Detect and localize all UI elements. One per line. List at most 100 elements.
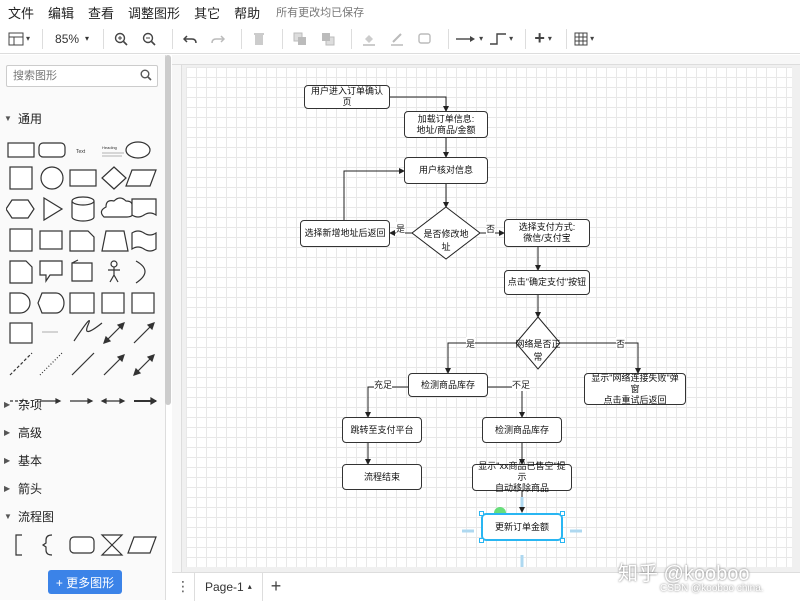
folder-shape[interactable] [71,259,93,282]
text-shape-label[interactable]: Text [76,149,86,155]
container-shape[interactable] [131,292,155,314]
heading-shape-label[interactable]: Heading [102,145,117,150]
node-enter-order-page[interactable]: 用户进入订单确认页 [304,85,390,109]
menu-extras[interactable]: 其它 [194,3,220,22]
process-shape[interactable] [69,169,97,187]
node-network-fail[interactable]: 显示"网络连接失败"弹窗 点击重试后返回 [584,373,686,405]
diamond-shape[interactable] [101,166,127,190]
callout-shape[interactable] [39,260,63,283]
collate-shape[interactable] [100,534,124,556]
section-basic[interactable]: ▶ 基本 [4,452,42,469]
square-shape[interactable] [9,166,33,190]
resize-handle[interactable] [560,511,565,516]
page-tab[interactable]: Page-1 ▴ [194,572,263,601]
menu-file[interactable]: 文件 [8,3,34,22]
more-shapes-button[interactable]: + 更多图形 [48,570,122,594]
parallelogram-shape[interactable] [125,169,157,187]
cylinder-shape[interactable] [71,196,95,222]
section-misc[interactable]: ▶ 杂项 [4,396,42,413]
shadow-icon[interactable] [414,28,436,50]
zoom-level[interactable]: 85% [55,32,79,46]
zoom-out-icon[interactable] [138,28,160,50]
dashed-line-shape[interactable] [9,352,33,376]
cube-shape[interactable] [39,230,63,250]
or-shape[interactable] [135,260,146,284]
section-general[interactable]: ▼ 通用 [4,110,42,127]
redo-icon[interactable] [207,28,229,50]
node-payment-method[interactable]: 选择支付方式: 微信/支付宝 [504,219,590,247]
node-user-verify[interactable]: 用户核对信息 [404,157,488,184]
menu-view[interactable]: 查看 [88,3,114,22]
step-shape[interactable] [9,260,33,284]
zoom-dropdown-icon[interactable]: ▾ [85,34,89,43]
edge-d2-n7[interactable] [445,342,516,374]
sidebar-scrollbar[interactable] [165,55,171,405]
annotation-shape[interactable] [15,534,22,556]
add-page-icon[interactable]: + [271,576,282,597]
cloud-shape[interactable] [100,197,134,218]
resize-handle[interactable] [479,511,484,516]
search-icon[interactable] [140,69,152,84]
edge-d2-n8[interactable] [560,342,641,374]
uml-shape[interactable] [69,292,95,314]
edge-n7-n10[interactable] [488,386,525,418]
card-shape[interactable] [101,230,129,252]
line-shape[interactable] [71,352,95,376]
node-new-address[interactable]: 选择新增地址后返回 [300,220,390,247]
page-menu-icon[interactable]: ⋮ [172,578,194,595]
document-shape[interactable] [131,198,157,218]
menu-help[interactable]: 帮助 [234,3,260,22]
menu-arrange[interactable]: 调整图形 [128,3,180,22]
diagram-canvas[interactable]: 用户进入订单确认页 加载订单信息: 地址/商品/金额 用户核对信息 是否修改地址… [172,55,800,572]
zoom-in-icon[interactable] [110,28,132,50]
actor-body-shape[interactable] [108,267,120,283]
resize-handle[interactable] [479,538,484,543]
dotted-line-shape[interactable] [39,352,63,376]
ellipse-shape[interactable] [125,141,151,159]
chevron-up-icon[interactable]: ▴ [248,582,252,591]
waypoints-icon[interactable]: ▾ [489,28,513,50]
frame-shape[interactable] [101,292,125,314]
tape-shape[interactable] [131,230,157,252]
menu-edit[interactable]: 编辑 [48,3,74,22]
terminator-shape[interactable] [69,536,95,554]
shape-search-input[interactable] [6,65,158,87]
note-shape[interactable] [69,230,95,252]
node-load-order-info[interactable]: 加载订单信息: 地址/商品/金额 [404,111,488,138]
display-shape[interactable] [37,292,65,314]
section-arrows[interactable]: ▶ 箭头 [4,480,42,497]
internal-storage-shape[interactable] [9,228,33,252]
brace-shape[interactable] [41,534,53,556]
line-color-icon[interactable] [386,28,408,50]
node-confirm-pay[interactable]: 点击"确定支付"按钮 [504,270,590,295]
undo-icon[interactable] [179,28,201,50]
fill-color-icon[interactable] [358,28,380,50]
hexagon-shape[interactable] [6,199,35,219]
delay-shape[interactable] [9,292,31,314]
node-check-stock-2[interactable]: 检测商品库存 [482,417,562,443]
node-sold-out[interactable]: 显示"xx商品已售空"提示 自动移除商品 [472,461,572,493]
circle-shape[interactable] [40,166,64,190]
edge-n1-n2[interactable] [390,96,449,112]
triangle-shape[interactable] [43,196,64,222]
list-shape[interactable] [9,322,33,344]
node-goto-payment[interactable]: 跳转至支付平台 [342,417,422,443]
section-advanced[interactable]: ▶ 高级 [4,424,42,441]
resize-handle[interactable] [560,538,565,543]
format-panel-icon[interactable]: ▾ [8,28,30,50]
data-shape[interactable] [127,536,157,554]
to-front-icon[interactable] [289,28,311,50]
edge-n7-n9[interactable] [365,386,408,418]
to-back-icon[interactable] [317,28,339,50]
rectangle-shape[interactable] [7,142,35,158]
node-flow-end[interactable]: 流程结束 [342,464,422,490]
delete-icon[interactable] [248,28,270,50]
actor-head-shape[interactable] [110,260,118,268]
section-flowchart[interactable]: ▼ 流程图 [4,508,54,525]
diagram-page[interactable]: 用户进入订单确认页 加载订单信息: 地址/商品/金额 用户核对信息 是否修改地址… [186,67,792,567]
node-update-amount[interactable]: 更新订单金额 [482,514,562,540]
node-check-stock[interactable]: 检测商品库存 [408,373,488,397]
edge-n4-n3[interactable] [343,168,405,220]
connection-arrow-icon[interactable]: ▾ [455,28,483,50]
insert-plus-icon[interactable]: + ▾ [532,28,554,50]
